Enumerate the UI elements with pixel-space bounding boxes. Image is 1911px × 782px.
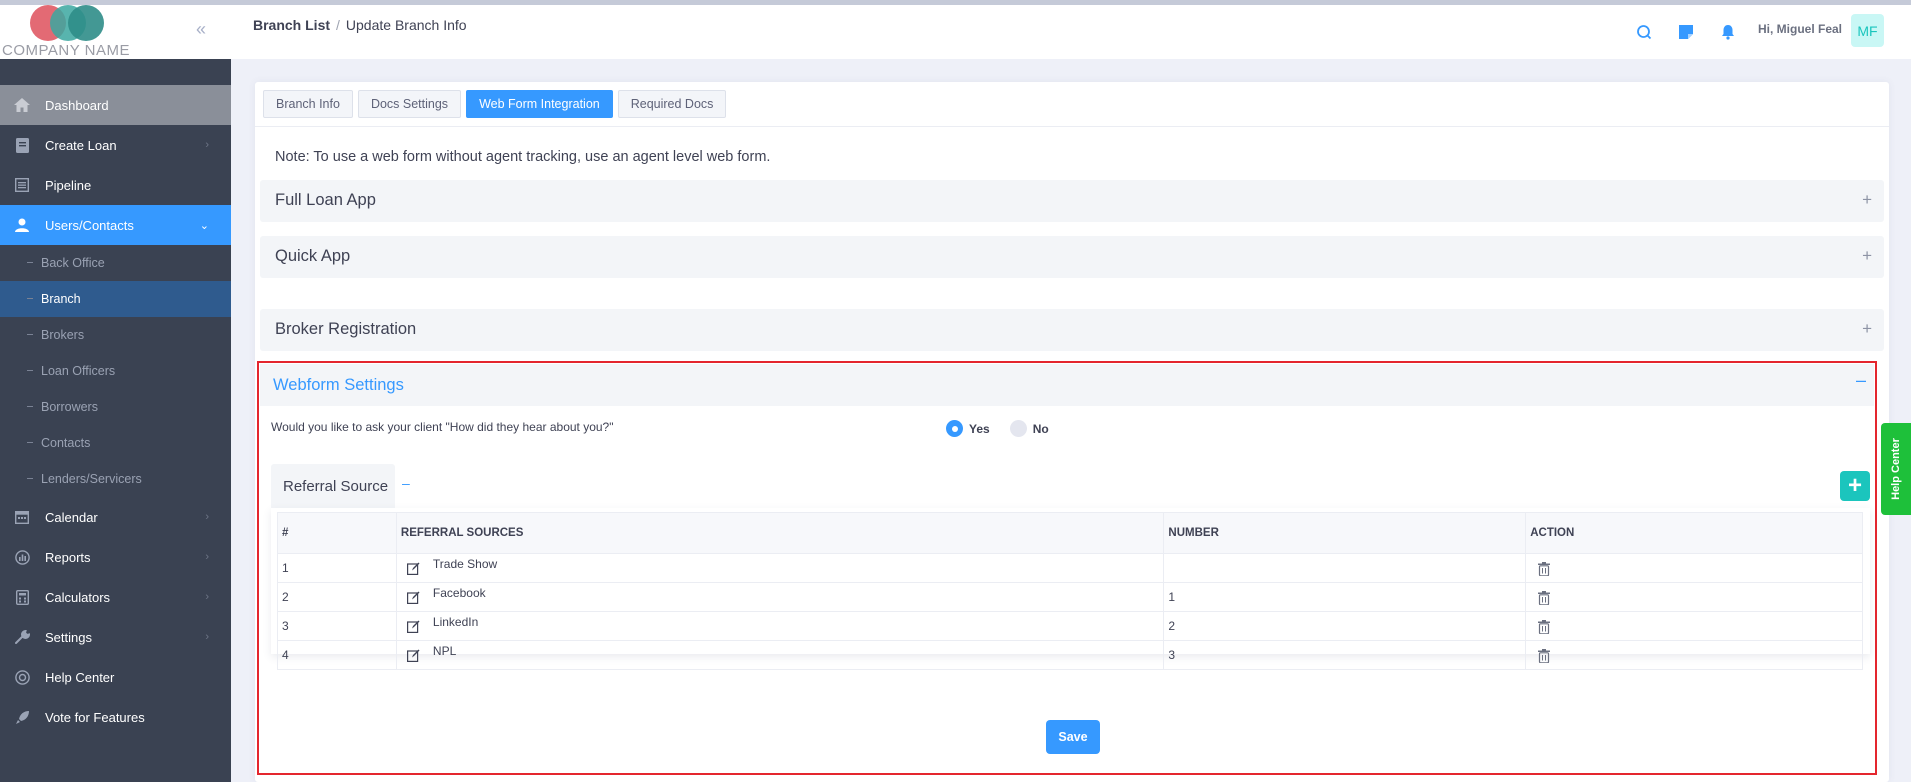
breadcrumb: Branch List / Update Branch Info (253, 17, 467, 33)
tab-bar: Branch Info Docs Settings Web Form Integ… (263, 90, 727, 118)
top-header: Branch List / Update Branch Info Hi, Migue… (231, 5, 1911, 59)
chart-icon (13, 549, 31, 565)
accordion-webform-settings[interactable]: Webform Settings – (260, 364, 1874, 406)
plus-icon[interactable]: + (1862, 190, 1872, 210)
breadcrumb-root[interactable]: Branch List (253, 17, 330, 33)
sidebar-item-calendar[interactable]: Calendar › (0, 497, 231, 537)
radio-no[interactable] (1009, 420, 1027, 437)
sidebar-subitem-borrowers[interactable]: Borrowers (0, 389, 231, 425)
chevron-right-icon: › (205, 511, 209, 523)
table-row: 2 Facebook 1 (277, 582, 1863, 612)
table-row: 4 NPL 3 (277, 640, 1863, 670)
sidebar-item-vote-for-features[interactable]: Vote for Features (0, 697, 231, 737)
minus-icon[interactable]: – (1856, 370, 1866, 391)
sidebar-subitem-lenders-servicers[interactable]: Lenders/Servicers (0, 461, 231, 497)
sidebar-item-users-contacts[interactable]: Users/Contacts ⌄ (0, 205, 231, 245)
tab-docs-settings[interactable]: Docs Settings (357, 90, 462, 118)
column-header-referral-sources: REFERRAL SOURCES (395, 512, 1165, 554)
sidebar-subitem-back-office[interactable]: Back Office (0, 245, 231, 281)
referral-source-name: LinkedIn (432, 615, 479, 629)
webform-settings-panel: Webform Settings – Would you like to ask… (257, 361, 1877, 775)
lifebuoy-icon (13, 669, 31, 685)
note-text: Note: To use a web form without agent tr… (275, 149, 771, 165)
sidebar-collapse-icon[interactable]: « (196, 19, 206, 40)
trash-icon[interactable] (1538, 619, 1551, 634)
save-button[interactable]: Save (1046, 720, 1100, 754)
plus-icon[interactable]: + (1862, 319, 1872, 339)
user-greeting[interactable]: Hi, Miguel Feal (1758, 22, 1842, 36)
sidebar-item-reports[interactable]: Reports › (0, 537, 231, 577)
chevron-right-icon: › (205, 631, 209, 643)
sidebar-item-create-loan[interactable]: Create Loan › (0, 125, 231, 165)
rocket-icon (13, 709, 31, 725)
user-icon (13, 217, 31, 233)
edit-icon[interactable] (406, 649, 420, 662)
document-icon (13, 137, 31, 153)
accordion-broker-registration[interactable]: Broker Registration + (260, 309, 1884, 351)
table-row: 3 LinkedIn 2 (277, 611, 1863, 641)
sidebar-nav: Dashboard Create Loan › Pipeline Users/C… (0, 85, 231, 737)
accordion-quick-app[interactable]: Quick App + (260, 236, 1884, 278)
trash-icon[interactable] (1538, 590, 1551, 605)
tab-required-docs[interactable]: Required Docs (617, 90, 727, 118)
referral-source-tab[interactable]: Referral Source – (271, 464, 410, 509)
edit-icon[interactable] (406, 620, 420, 633)
calculator-icon (13, 589, 31, 605)
breadcrumb-current: Update Branch Info (345, 17, 467, 33)
edit-icon[interactable] (406, 591, 420, 604)
tab-web-form-integration[interactable]: Web Form Integration (466, 90, 613, 118)
column-header-number: # (277, 512, 397, 554)
chevron-right-icon: › (205, 591, 209, 603)
sidebar-subitem-branch[interactable]: Branch (0, 281, 231, 317)
calendar-icon (13, 509, 31, 525)
radio-yes-label[interactable]: Yes (969, 422, 990, 436)
minus-icon[interactable]: – (402, 475, 410, 491)
sidebar-item-help-center[interactable]: Help Center (0, 657, 231, 697)
chevron-right-icon: › (205, 551, 209, 563)
radio-yes[interactable] (946, 420, 963, 437)
hear-about-radio-group: Yes No (946, 420, 1049, 437)
table-row: 1 Trade Show (277, 553, 1863, 583)
column-header-action: ACTION (1525, 512, 1863, 554)
tabs-divider (255, 126, 1889, 127)
referral-source-name: NPL (432, 644, 457, 658)
help-center-tab[interactable]: Help Center (1881, 423, 1911, 515)
logo-area: COMPANY NAME « (0, 5, 231, 59)
bell-icon[interactable] (1717, 21, 1739, 43)
table-header-row: # REFERRAL SOURCES NUMBER ACTION (277, 512, 1863, 554)
sidebar-subitem-loan-officers[interactable]: Loan Officers (0, 353, 231, 389)
tab-branch-info[interactable]: Branch Info (263, 90, 353, 118)
list-icon (13, 177, 31, 193)
sidebar-item-dashboard[interactable]: Dashboard (0, 85, 231, 125)
sticky-note-icon[interactable] (1675, 21, 1697, 43)
referral-table-panel: # REFERRAL SOURCES NUMBER ACTION 1 Trade… (271, 508, 1870, 670)
edit-icon[interactable] (406, 562, 420, 575)
sidebar: COMPANY NAME « Dashboard Create Loan › P… (0, 5, 231, 782)
referral-source-name: Trade Show (432, 557, 498, 571)
main-card: Branch Info Docs Settings Web Form Integ… (255, 82, 1889, 782)
trash-icon[interactable] (1538, 561, 1551, 576)
trash-icon[interactable] (1538, 648, 1551, 663)
search-icon[interactable] (1633, 21, 1655, 43)
sidebar-item-settings[interactable]: Settings › (0, 617, 231, 657)
column-header-count: NUMBER (1163, 512, 1527, 554)
chevron-right-icon: › (205, 139, 209, 151)
referral-sources-table: # REFERRAL SOURCES NUMBER ACTION 1 Trade… (277, 512, 1863, 670)
sidebar-subitem-brokers[interactable]: Brokers (0, 317, 231, 353)
avatar[interactable]: MF (1851, 14, 1884, 47)
home-icon (13, 97, 31, 113)
sidebar-subitem-contacts[interactable]: Contacts (0, 425, 231, 461)
radio-no-label[interactable]: No (1033, 422, 1049, 436)
company-name: COMPANY NAME (2, 42, 130, 59)
chevron-down-icon: ⌄ (199, 219, 209, 232)
company-logo (30, 5, 110, 41)
hear-about-question: Would you like to ask your client "How d… (271, 420, 614, 434)
plus-icon[interactable]: + (1862, 246, 1872, 266)
referral-source-name: Facebook (432, 586, 486, 600)
sidebar-item-calculators[interactable]: Calculators › (0, 577, 231, 617)
add-referral-button[interactable]: + (1840, 471, 1870, 501)
accordion-full-loan-app[interactable]: Full Loan App + (260, 180, 1884, 222)
sidebar-item-pipeline[interactable]: Pipeline (0, 165, 231, 205)
wrench-icon (13, 629, 31, 645)
